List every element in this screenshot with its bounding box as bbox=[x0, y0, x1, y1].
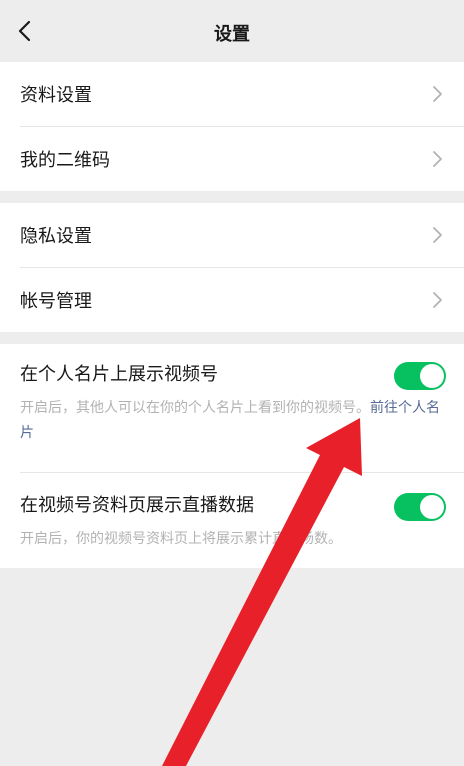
chevron-right-icon bbox=[433, 227, 442, 243]
toggle-item-show-channel: 在个人名片上展示视频号 开启后，其他人可以在你的个人名片上看到你的视频号。前往个… bbox=[0, 344, 464, 472]
settings-group-channels: 在个人名片上展示视频号 开启后，其他人可以在你的个人名片上看到你的视频号。前往个… bbox=[0, 344, 464, 568]
row-label: 我的二维码 bbox=[20, 150, 110, 171]
description-text: 开启后，其他人可以在你的个人名片上看到你的视频号。 bbox=[20, 400, 370, 416]
settings-group-account: 隐私设置 帐号管理 bbox=[0, 203, 464, 332]
switch-knob bbox=[420, 495, 444, 519]
chevron-right-icon bbox=[433, 292, 442, 308]
settings-group-profile: 资料设置 我的二维码 bbox=[0, 62, 464, 191]
toggle-item-live-data: 在视频号资料页展示直播数据 开启后，你的视频号资料页上将展示累计直播场数。 bbox=[0, 473, 464, 552]
show-channel-switch[interactable] bbox=[394, 362, 446, 390]
row-label: 帐号管理 bbox=[20, 291, 92, 312]
live-data-switch[interactable] bbox=[394, 493, 446, 521]
row-privacy-settings[interactable]: 隐私设置 bbox=[0, 203, 464, 267]
row-label: 资料设置 bbox=[20, 85, 92, 106]
row-qr-code[interactable]: 我的二维码 bbox=[0, 127, 464, 191]
row-account-management[interactable]: 帐号管理 bbox=[0, 268, 464, 332]
toggle-label: 在个人名片上展示视频号 bbox=[20, 364, 218, 385]
chevron-right-icon bbox=[433, 151, 442, 167]
toggle-description: 开启后，其他人可以在你的个人名片上看到你的视频号。前往个人名片 bbox=[20, 396, 444, 446]
switch-knob bbox=[420, 364, 444, 388]
toggle-description: 开启后，你的视频号资料页上将展示累计直播场数。 bbox=[20, 531, 342, 547]
group-gap bbox=[0, 191, 464, 203]
navigation-bar: 设置 bbox=[0, 0, 464, 62]
toggle-label: 在视频号资料页展示直播数据 bbox=[20, 495, 254, 516]
page-title: 设置 bbox=[214, 24, 250, 45]
row-label: 隐私设置 bbox=[20, 226, 92, 247]
group-gap bbox=[0, 332, 464, 344]
chevron-right-icon bbox=[433, 86, 442, 102]
row-profile-settings[interactable]: 资料设置 bbox=[0, 62, 464, 126]
